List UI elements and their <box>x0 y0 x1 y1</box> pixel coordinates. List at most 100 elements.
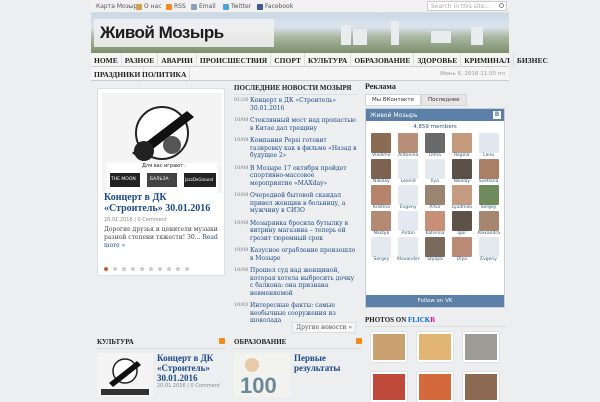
avatar[interactable] <box>398 237 419 257</box>
avatar[interactable] <box>451 133 472 153</box>
vk-member[interactable]: Igor <box>449 211 474 236</box>
nav-misc[interactable]: Разное <box>122 53 159 67</box>
vk-member[interactable]: Vladimir <box>369 133 394 158</box>
news-item[interactable]: 10/08 Стеклянный мост над пропастью в Кит… <box>234 115 358 135</box>
vk-member[interactable]: Evgeny <box>396 185 421 210</box>
vk-member[interactable]: Katerina <box>423 211 448 236</box>
nav-culture[interactable]: Культура <box>305 53 352 67</box>
avatar[interactable] <box>371 211 392 231</box>
avatar[interactable] <box>424 133 445 153</box>
avatar[interactable] <box>451 185 472 205</box>
avatar[interactable] <box>424 211 445 231</box>
avatar[interactable] <box>478 159 499 179</box>
vk-member[interactable]: Lena <box>476 133 501 158</box>
avatar[interactable] <box>398 185 419 205</box>
slide-title[interactable]: Концерт в ДК «Строитель» 30.01.2016 <box>104 192 224 214</box>
slider-dot[interactable] <box>185 267 189 271</box>
vk-member[interactable]: Svetlana <box>476 159 501 184</box>
slider-dot[interactable] <box>122 267 126 271</box>
rss-icon[interactable] <box>219 338 225 344</box>
slider-dot[interactable] <box>167 267 171 271</box>
news-item[interactable]: 10/08 В Мозыре 17 октября пройдет спортив… <box>234 163 358 190</box>
vk-member[interactable]: Regina <box>449 133 474 158</box>
vk-members-count[interactable]: 4,859 members <box>366 124 504 130</box>
link-email[interactable]: Email <box>191 3 216 10</box>
link-rss[interactable]: RSS <box>166 3 186 10</box>
slide-poster-image[interactable]: Для вас играют: THE MOON БАЛЬЗА JazzDeGr… <box>102 93 222 193</box>
nav-sport[interactable]: Спорт <box>271 53 305 67</box>
nav-education[interactable]: Образование <box>351 53 415 67</box>
tab-vk[interactable]: Мы ВКонтакте <box>365 94 421 106</box>
nav-crime[interactable]: Криминал <box>461 53 514 67</box>
news-item[interactable]: 10/08 Казусное ограбление произошло в Моз… <box>234 245 358 265</box>
vk-member[interactable]: Antonina <box>396 133 421 158</box>
more-news-button[interactable]: Другие новости » <box>292 322 356 333</box>
vk-member[interactable]: Sergey <box>476 185 501 210</box>
link-facebook[interactable]: Facebook <box>257 3 293 10</box>
flickr-photo[interactable] <box>463 372 499 402</box>
site-logo[interactable]: Живой Мозырь <box>94 19 274 47</box>
vk-member[interactable]: Nastya <box>369 211 394 236</box>
slider-dot[interactable] <box>104 267 108 271</box>
avatar[interactable] <box>478 133 499 153</box>
vk-member[interactable]: Lyudmila <box>449 185 474 210</box>
flickr-photo[interactable] <box>371 332 407 362</box>
nav-home[interactable]: Home <box>91 53 122 67</box>
nav-politics[interactable]: Политика <box>139 67 191 81</box>
avatar[interactable] <box>424 159 445 179</box>
news-item[interactable]: 01/20 Концерт в ДК «Строитель» 30.01.2016 <box>234 95 358 115</box>
link-twitter[interactable]: Twitter <box>223 3 251 10</box>
avatar[interactable] <box>371 159 392 179</box>
featured-slider[interactable]: Для вас играют: THE MOON БАЛЬЗА JazzDeGr… <box>97 88 225 276</box>
flickr-photo[interactable] <box>463 332 499 362</box>
vk-member[interactable]: Artur <box>423 185 448 210</box>
news-item[interactable]: 10/08 Компания Pepsi готовит газировку ка… <box>234 135 358 163</box>
vk-member[interactable]: Nikolay <box>369 159 394 184</box>
nav-holidays[interactable]: Праздники <box>91 67 145 81</box>
avatar[interactable] <box>478 211 499 231</box>
category-article-title[interactable]: Концерт в ДК «Строитель» 30.01.2016 <box>157 353 225 383</box>
nav-business[interactable]: Бизнес <box>514 53 551 67</box>
search-icon[interactable] <box>499 3 504 8</box>
news-item[interactable]: 10/06 Прошел суд над женщиной, которая хо… <box>234 265 358 300</box>
vk-member[interactable]: Styopa <box>423 237 448 262</box>
category-article-title[interactable]: Первые результаты <box>294 353 362 373</box>
slider-dot[interactable] <box>140 267 144 271</box>
avatar[interactable] <box>398 133 419 153</box>
avatar[interactable] <box>424 185 445 205</box>
slider-dot[interactable] <box>149 267 153 271</box>
avatar[interactable] <box>478 237 499 257</box>
avatar[interactable] <box>451 211 472 231</box>
avatar[interactable] <box>371 237 392 257</box>
vk-member[interactable]: Kristina <box>369 185 394 210</box>
slider-dot[interactable] <box>131 267 135 271</box>
avatar[interactable] <box>478 185 499 205</box>
link-map[interactable]: Карта Мозыря <box>96 3 141 10</box>
vk-follow-button[interactable]: Follow on VK <box>366 295 504 307</box>
vk-member[interactable]: Alexandra <box>476 211 501 236</box>
news-item[interactable]: 10/08 Очередной бытовой скандал привел же… <box>234 190 358 218</box>
avatar[interactable] <box>398 211 419 231</box>
avatar[interactable] <box>451 159 472 179</box>
nav-health[interactable]: Здоровье <box>414 53 462 67</box>
vk-member[interactable]: Evgeny <box>476 237 501 262</box>
rss-icon[interactable] <box>356 338 362 344</box>
vk-group-header[interactable]: Живой Мозырь В <box>366 109 504 121</box>
avatar[interactable] <box>371 133 392 153</box>
flickr-photo[interactable] <box>417 332 453 362</box>
slider-dot[interactable] <box>113 267 117 271</box>
education-thumbnail[interactable]: 100 <box>234 353 290 397</box>
vk-member[interactable]: Leonid <box>396 159 421 184</box>
vk-member[interactable]: Anton <box>396 211 421 236</box>
flickr-photo[interactable] <box>417 372 453 402</box>
nav-incidents[interactable]: Происшествия <box>197 53 272 67</box>
slider-dot[interactable] <box>158 267 162 271</box>
avatar[interactable] <box>371 185 392 205</box>
slider-dot[interactable] <box>176 267 180 271</box>
vk-member[interactable]: Ilya <box>423 159 448 184</box>
vk-member[interactable]: Alexander <box>396 237 421 262</box>
avatar[interactable] <box>424 237 445 257</box>
avatar[interactable] <box>398 159 419 179</box>
vk-member[interactable]: Olya <box>449 237 474 262</box>
link-about[interactable]: О нас <box>136 3 162 10</box>
